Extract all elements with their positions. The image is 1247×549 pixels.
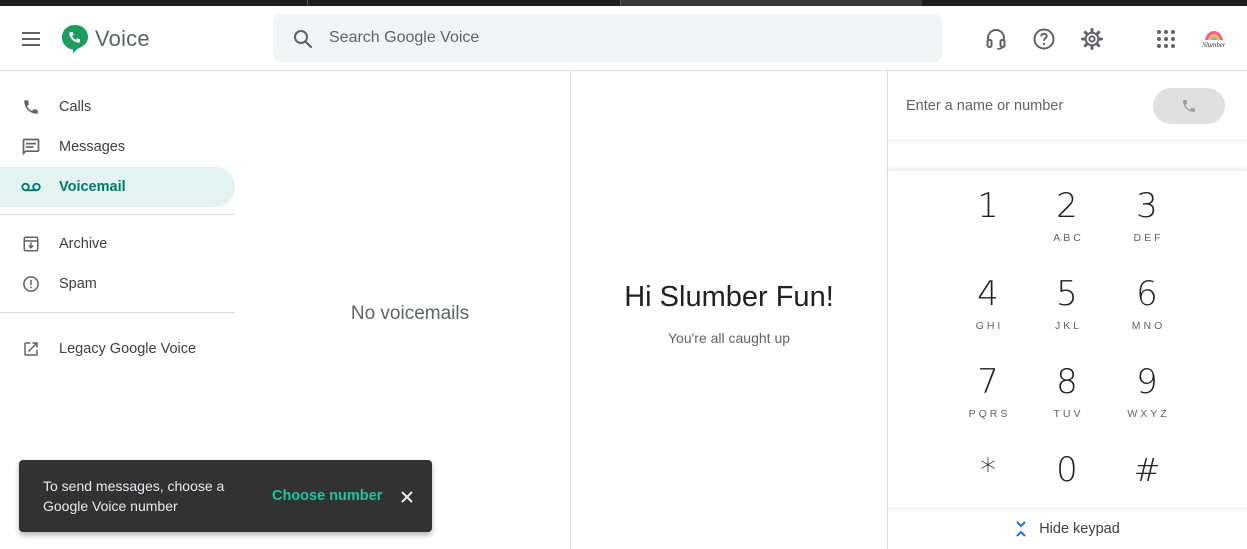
settings-icon [1081,28,1103,50]
help-button[interactable] [1027,22,1061,56]
keypad-key-0[interactable]: 0 [1027,451,1107,515]
choose-number-button[interactable]: Choose number [272,488,382,504]
greeting-subtitle: You're all caught up [667,330,791,346]
support-button[interactable] [979,22,1013,56]
keypad-key-7[interactable]: 7 PQRS [948,363,1028,427]
open-external-icon [20,339,42,359]
snackbar-message: To send messages, choose a Google Voice … [43,478,225,514]
sidebar-item-messages[interactable]: Messages [0,127,235,167]
dial-input-row [888,71,1247,141]
main-menu-button[interactable] [14,22,48,56]
google-apps-button[interactable] [1149,22,1183,56]
sidebar-item-label: Archive [59,236,108,252]
keypad-key-5[interactable]: 5 JKL [1027,275,1107,339]
greeting-heading: Hi Slumber Fun! [624,281,834,313]
headset-icon [986,28,1006,50]
hamburger-menu-icon [22,32,40,46]
sidebar-item-archive[interactable]: Archive [0,224,235,264]
dialer-panel: 1 2 ABC 3 DEF 4 GHI 5 JKL 6 MNO 7 PQRS 8… [888,71,1247,549]
spam-icon [20,274,42,294]
key-letters: ABC [1053,232,1084,244]
sidebar-item-voicemail[interactable]: Voicemail [0,167,235,207]
sidebar-item-legacy-google-voice[interactable]: Legacy Google Voice [0,329,235,369]
app-title: Voice [95,26,150,51]
key-digit: # [1133,451,1161,489]
key-letters: DEF [1133,232,1164,244]
sidebar-divider [0,312,235,313]
keypad-key-6[interactable]: 6 MNO [1107,275,1187,339]
snackbar-close-button[interactable] [396,486,418,508]
key-letters: PQRS [968,408,1011,420]
key-digit: 4 [977,274,999,314]
key-digit: 2 [1056,186,1078,226]
keypad-top-edge [888,170,1247,174]
keypad-key-1[interactable]: 1 [948,187,1028,251]
key-digit: 5 [1056,274,1078,314]
help-icon [1033,28,1055,50]
key-letters: TUV [1053,408,1084,420]
key-digit: 7 [977,362,999,402]
hide-keypad-button[interactable]: Hide keypad [888,508,1247,549]
search-input[interactable] [329,14,919,62]
call-button[interactable] [1153,88,1225,124]
key-digit: * [980,451,996,489]
keypad-key-8[interactable]: 8 TUV [1027,363,1107,427]
key-letters: WXYZ [1127,408,1170,420]
hide-keypad-label: Hide keypad [1039,521,1120,537]
account-avatar[interactable]: Slumber [1198,24,1230,56]
avatar-logo-icon [1205,31,1223,40]
empty-state-message: No voicemails [350,303,470,324]
sidebar-item-label: Legacy Google Voice [59,341,197,357]
key-digit: 3 [1136,186,1158,226]
welcome-panel: Hi Slumber Fun! You're all caught up [571,71,887,549]
avatar-text: Slumber [1202,41,1226,49]
google-voice-logo-icon[interactable] [60,24,90,54]
key-digit: 8 [1056,362,1078,402]
app-header: Voice Search Google Voice Slumber [0,6,1247,71]
dial-number-input[interactable] [906,87,1146,125]
keypad-key-2[interactable]: 2 ABC [1027,187,1107,251]
sidebar-item-spam[interactable]: Spam [0,264,235,304]
key-digit: 6 [1136,274,1158,314]
key-letters: JKL [1054,320,1083,332]
sidebar-item-label: Messages [59,139,126,155]
keypad-key-star[interactable]: * [948,451,1028,515]
voicemail-icon [20,177,42,197]
key-digit: 1 [977,186,999,226]
sidebar-item-label: Voicemail [59,179,126,195]
keypad-key-4[interactable]: 4 GHI [948,275,1028,339]
sidebar-item-label: Spam [59,276,97,292]
keypad-key-hash[interactable]: # [1107,451,1187,515]
archive-icon [20,234,42,254]
sidebar-divider [0,214,235,215]
apps-grid-icon [1157,30,1175,48]
keypad-key-9[interactable]: 9 WXYZ [1107,363,1187,427]
phone-icon [20,97,42,117]
keypad-key-3[interactable]: 3 DEF [1107,187,1187,251]
search-bar[interactable] [273,14,942,62]
close-icon [401,491,413,503]
key-digit: 0 [1056,450,1078,490]
settings-button[interactable] [1075,22,1109,56]
key-digit: 9 [1136,362,1158,402]
sidebar-item-label: Calls [59,99,92,115]
snackbar: To send messages, choose a Google Voice … [19,460,432,532]
search-icon[interactable] [291,27,315,51]
collapse-chevrons-icon [1016,521,1026,537]
sidebar-item-calls[interactable]: Calls [0,87,235,127]
message-icon [20,137,42,157]
key-letters: MNO [1131,320,1166,332]
phone-icon [1183,100,1195,112]
key-letters: GHI [975,320,1004,332]
